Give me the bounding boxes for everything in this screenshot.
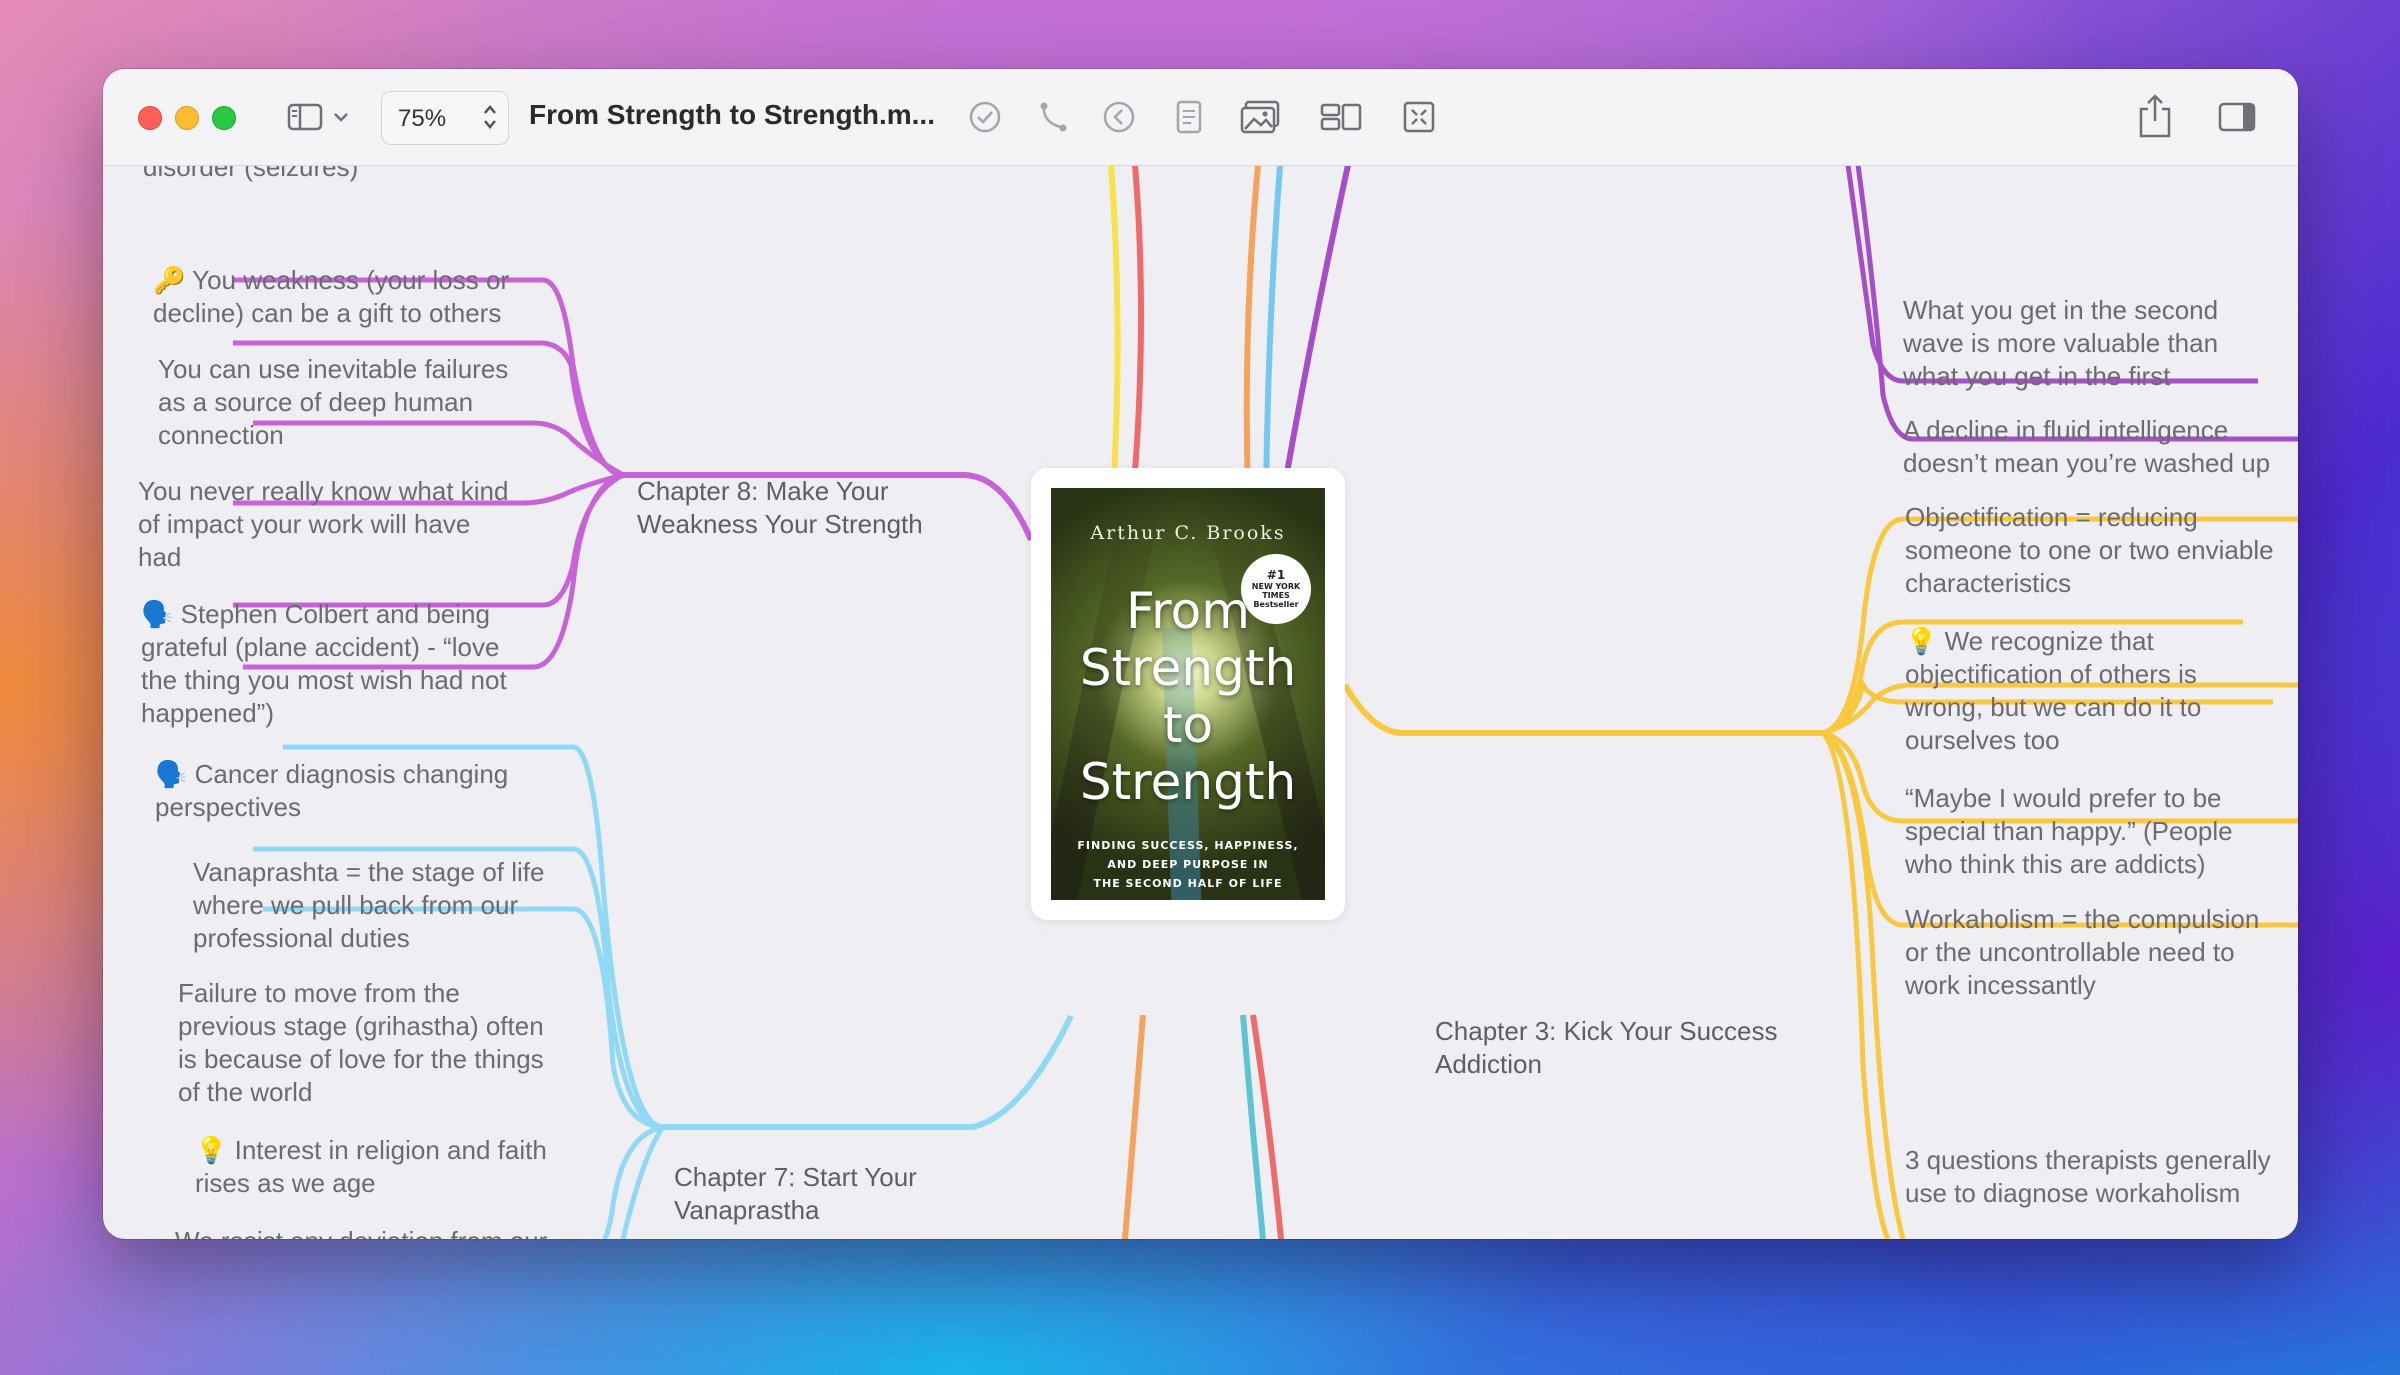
layout-icon[interactable] <box>1317 97 1365 137</box>
minimize-window-button[interactable] <box>175 106 199 130</box>
branch-line-orange-top <box>1243 165 1261 496</box>
focus-icon[interactable] <box>1399 97 1439 137</box>
branch-line-red-top <box>1130 165 1145 496</box>
book-author: Arthur C. Brooks <box>1090 522 1286 544</box>
share-icon[interactable] <box>2133 91 2177 141</box>
ch8-item-failures-connection[interactable]: You can use inevitable failures as a sou… <box>158 353 508 452</box>
document-title: From Strength to Strength.m... <box>529 99 935 130</box>
zoom-window-button[interactable] <box>212 106 236 130</box>
ch7-item-vanaprashta[interactable]: Vanaprashta = the stage of life where we… <box>193 856 544 955</box>
ch8-item-stephen-colbert[interactable]: 🗣️ Stephen Colbert and being grateful (p… <box>141 598 507 730</box>
ch3-item-workaholism[interactable]: Workaholism = the compulsion or the unco… <box>1905 903 2259 1002</box>
book-title: From Strength to Strength <box>1079 582 1297 811</box>
chevron-down-icon[interactable] <box>331 105 351 129</box>
chapter-8-topic[interactable]: Chapter 8: Make Your Weakness Your Stren… <box>637 475 923 541</box>
relationship-icon[interactable] <box>1033 97 1073 137</box>
branch-line-purple-top <box>1280 165 1351 496</box>
ch7-item-self-concept[interactable]: We resist any deviation from our self-co… <box>175 1225 547 1239</box>
ch7-item-grihastha[interactable]: Failure to move from the previous stage … <box>178 977 544 1109</box>
ch3-main-line <box>1342 683 1823 736</box>
zoom-value: 75% <box>398 105 447 132</box>
book-subtitle: FINDING SUCCESS, HAPPINESS, AND DEEP PUR… <box>1077 839 1299 890</box>
close-window-button[interactable] <box>138 106 162 130</box>
ch7-item-religion[interactable]: 💡 Interest in religion and faith rises a… <box>195 1134 547 1200</box>
wave-item-second-wave[interactable]: What you get in the second wave is more … <box>1903 294 2218 393</box>
ch3-item-special-than-happy[interactable]: “Maybe I would prefer to be special than… <box>1905 782 2233 881</box>
branch-line-yellow-top <box>1108 165 1121 496</box>
back-icon[interactable] <box>1099 97 1139 137</box>
ch3-item-objectification-ourselves[interactable]: 💡 We recognize that objectification of o… <box>1905 625 2201 757</box>
ch3-item-objectification[interactable]: Objectification = reducing someone to on… <box>1905 501 2274 600</box>
ch8-item-cancer-diagnosis[interactable]: 🗣️ Cancer diagnosis changing perspective… <box>155 758 508 824</box>
chapter-7-topic[interactable]: Chapter 7: Start Your Vanaprastha <box>674 1161 917 1227</box>
app-window: 75% From Strength to Strength.m... disor… <box>103 69 2298 1239</box>
zoom-stepper[interactable]: 75% <box>381 91 509 145</box>
sidebar-icon[interactable] <box>285 99 325 135</box>
central-topic-card[interactable]: Arthur C. Brooks #1 NEW YORK TIMES Bests… <box>1031 468 1345 920</box>
checkmark-icon[interactable] <box>965 97 1005 137</box>
chapter-3-topic[interactable]: Chapter 3: Kick Your Success Addiction <box>1435 1015 1778 1081</box>
image-icon[interactable] <box>1237 97 1285 137</box>
ch7-main-line <box>663 1014 1074 1130</box>
stepper-arrows-icon[interactable] <box>482 101 498 138</box>
toolbar: 75% From Strength to Strength.m... <box>103 69 2298 166</box>
ch8-item-seizures[interactable]: disorder (seizures) <box>143 165 358 184</box>
branch-line-orange-bottom <box>1122 1014 1146 1239</box>
ch3-item-three-questions[interactable]: 3 questions therapists generally use to … <box>1905 1144 2271 1210</box>
book-cover-image: Arthur C. Brooks #1 NEW YORK TIMES Bests… <box>1051 488 1325 900</box>
branch-line-blue-top <box>1263 165 1283 496</box>
note-icon[interactable] <box>1169 97 1209 137</box>
ch8-item-weakness-gift[interactable]: 🔑 You weakness (your loss or decline) ca… <box>153 264 509 330</box>
ch8-item-impact[interactable]: You never really know what kind of impac… <box>138 475 508 574</box>
inspector-icon[interactable] <box>2215 99 2259 135</box>
wave-item-fluid-intelligence[interactable]: A decline in fluid intelligence doesn’t … <box>1903 414 2270 480</box>
